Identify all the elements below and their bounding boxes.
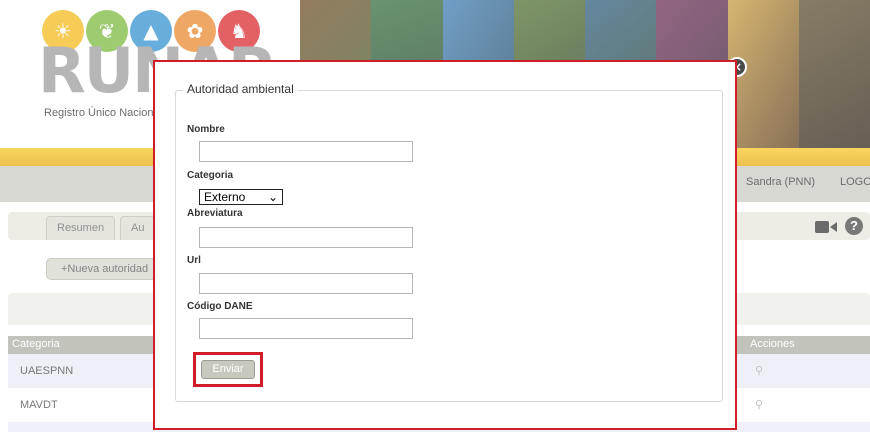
chevron-down-icon: ⌄ — [267, 190, 278, 204]
form-legend: Autoridad ambiental — [183, 82, 298, 96]
submit-button[interactable]: Enviar — [201, 360, 255, 379]
url-label: Url — [187, 255, 201, 266]
codigo-dane-input[interactable] — [199, 318, 413, 339]
categoria-selected-value: Externo — [204, 190, 246, 204]
url-input[interactable] — [199, 273, 413, 294]
categoria-select[interactable]: Externo ⌄ — [199, 189, 283, 205]
categoria-label: Categoria — [187, 170, 234, 181]
abreviatura-input[interactable] — [199, 227, 413, 248]
nombre-label: Nombre — [187, 124, 225, 135]
nombre-input[interactable] — [199, 141, 413, 162]
submit-highlight: Enviar — [193, 352, 263, 387]
codigo-dane-label: Código DANE — [187, 301, 253, 312]
abreviatura-label: Abreviatura — [187, 208, 243, 219]
authority-modal: Autoridad ambiental Nombre Categoria Ext… — [153, 60, 737, 430]
